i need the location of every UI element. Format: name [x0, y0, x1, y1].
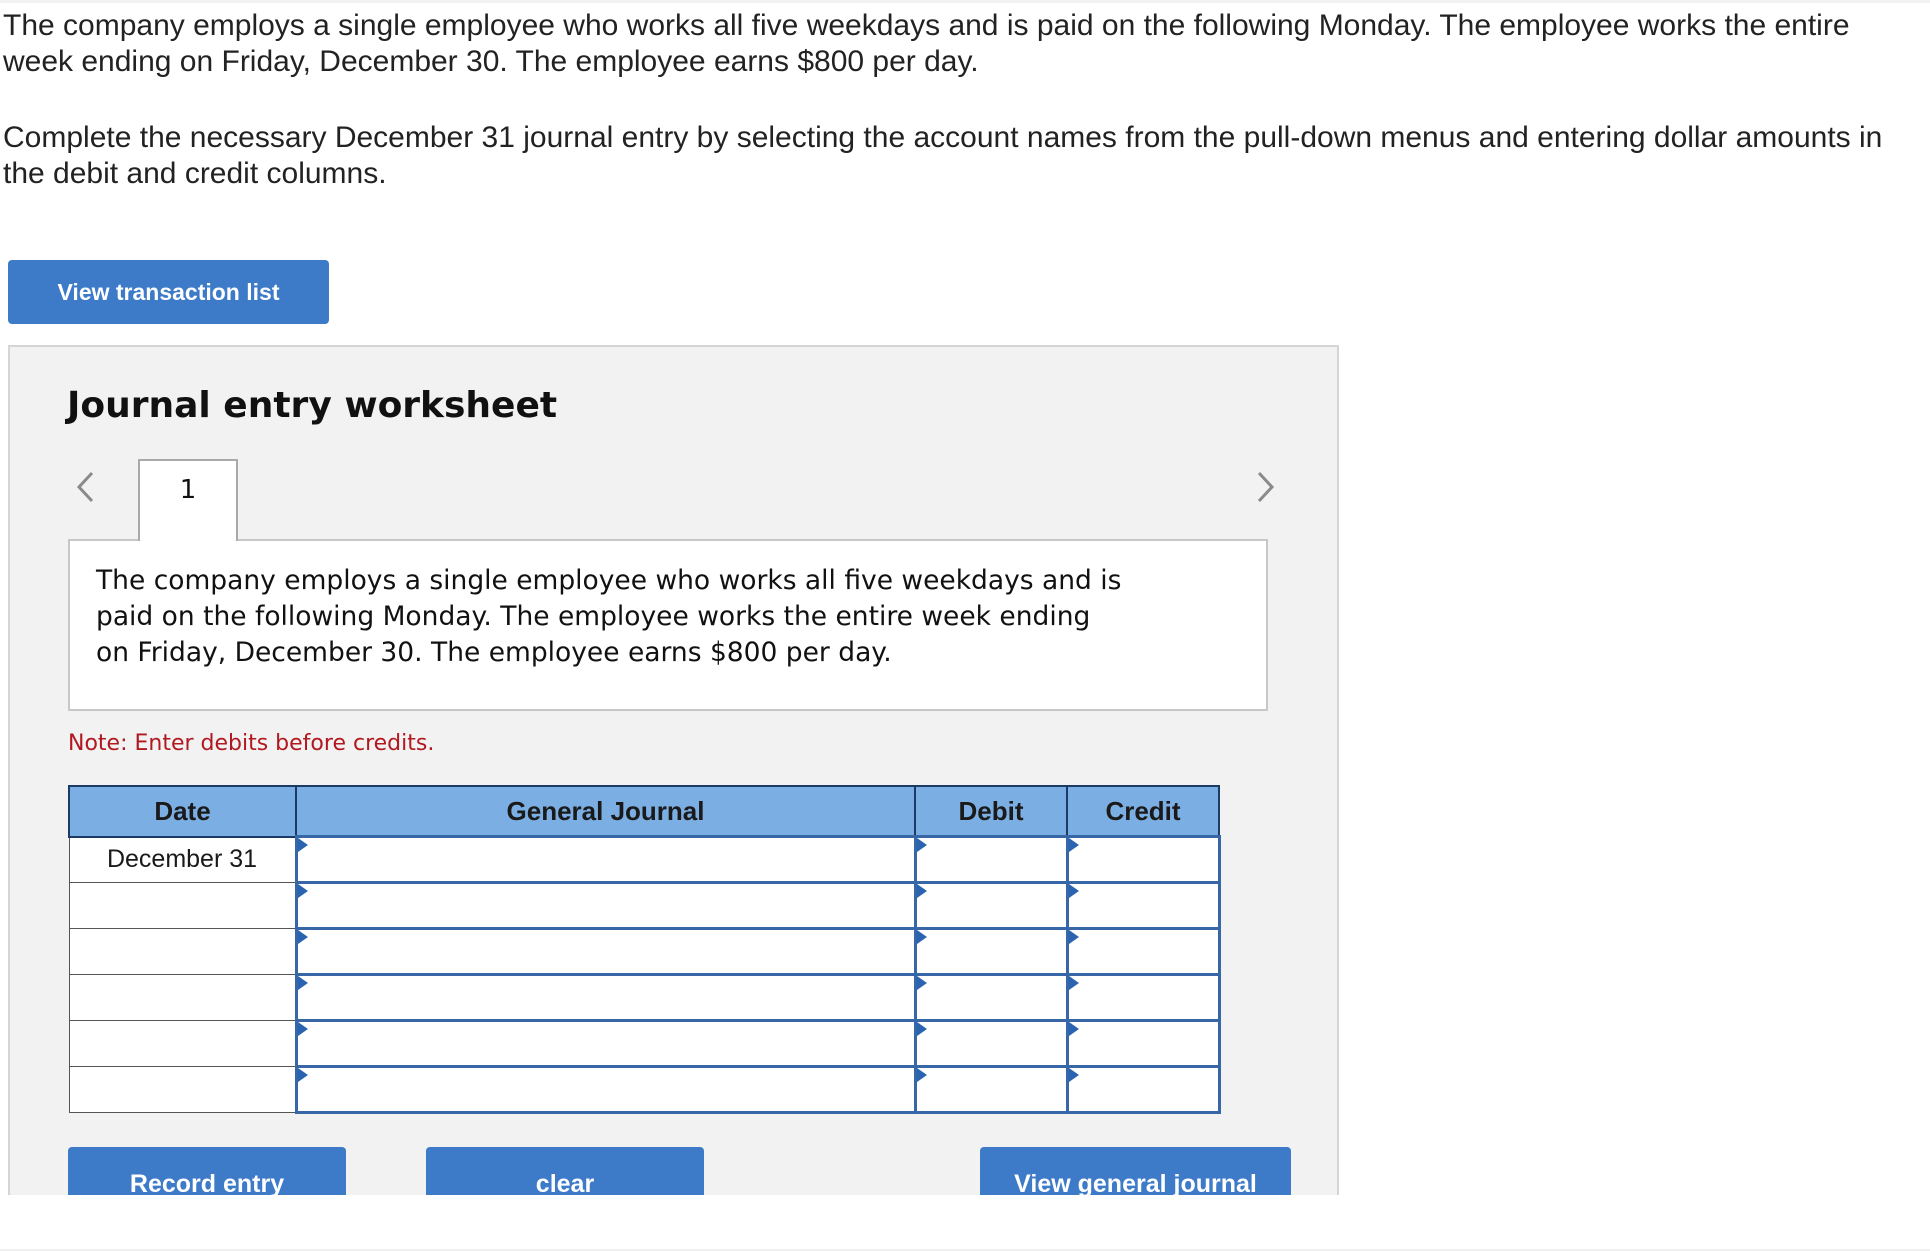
note-text: Note: Enter debits before credits. — [68, 731, 435, 756]
table-row — [68, 973, 1221, 1022]
view-general-journal-button[interactable]: View general journal — [980, 1147, 1291, 1195]
credit-cell[interactable] — [1065, 881, 1221, 930]
date-cell — [68, 882, 297, 929]
debit-input[interactable] — [916, 1068, 1066, 1111]
top-divider — [0, 0, 1930, 3]
debit-cell[interactable] — [913, 927, 1069, 976]
date-cell: December 31 — [68, 836, 297, 883]
journal-entry-worksheet: Journal entry worksheet 1 The company em… — [8, 345, 1339, 1195]
worksheet-title: Journal entry worksheet — [67, 385, 558, 426]
instructions-text: Complete the necessary December 31 journ… — [3, 121, 1883, 190]
account-select[interactable] — [297, 976, 914, 1019]
date-cell — [68, 974, 297, 1021]
credit-cell[interactable] — [1065, 973, 1221, 1022]
credit-input[interactable] — [1068, 930, 1218, 973]
debit-cell[interactable] — [913, 1065, 1069, 1114]
credit-column-header: Credit — [1066, 785, 1220, 838]
account-select[interactable] — [297, 1068, 914, 1111]
account-dropdown-cell[interactable] — [294, 835, 917, 884]
scenario-text: The company employs a single employee wh… — [96, 565, 1122, 668]
credit-cell[interactable] — [1065, 1065, 1221, 1114]
chevron-right-icon[interactable] — [1249, 467, 1283, 507]
tab-entry-1[interactable]: 1 — [138, 459, 238, 541]
debit-cell[interactable] — [913, 1019, 1069, 1068]
date-cell — [68, 1066, 297, 1113]
credit-cell[interactable] — [1065, 927, 1221, 976]
debit-input[interactable] — [916, 884, 1066, 927]
credit-input[interactable] — [1068, 884, 1218, 927]
date-column-header: Date — [68, 785, 297, 838]
debit-input[interactable] — [916, 1022, 1066, 1065]
account-select[interactable] — [297, 884, 914, 927]
table-row — [68, 1019, 1221, 1068]
credit-cell[interactable] — [1065, 1019, 1221, 1068]
debit-cell[interactable] — [913, 973, 1069, 1022]
debit-cell[interactable] — [913, 835, 1069, 884]
credit-input[interactable] — [1068, 1068, 1218, 1111]
account-select[interactable] — [297, 838, 914, 881]
account-dropdown-cell[interactable] — [294, 973, 917, 1022]
record-entry-button[interactable]: Record entry — [68, 1147, 346, 1195]
credit-input[interactable] — [1068, 1022, 1218, 1065]
account-dropdown-cell[interactable] — [294, 927, 917, 976]
date-cell — [68, 1020, 297, 1067]
credit-cell[interactable] — [1065, 835, 1221, 884]
account-select[interactable] — [297, 930, 914, 973]
table-row: December 31 — [68, 835, 1221, 884]
view-transaction-list-button[interactable]: View transaction list — [8, 260, 329, 324]
table-row — [68, 1065, 1221, 1114]
table-header-row: Date General Journal Debit Credit — [68, 785, 1220, 838]
debit-input[interactable] — [916, 930, 1066, 973]
clear-button[interactable]: clear — [426, 1147, 704, 1195]
table-row — [68, 927, 1221, 976]
account-dropdown-cell[interactable] — [294, 1019, 917, 1068]
debit-input[interactable] — [916, 838, 1066, 881]
scenario-panel: The company employs a single employee wh… — [68, 539, 1268, 711]
chevron-left-icon[interactable] — [70, 467, 104, 507]
general-journal-column-header: General Journal — [295, 785, 916, 838]
account-dropdown-cell[interactable] — [294, 881, 917, 930]
account-select[interactable] — [297, 1022, 914, 1065]
account-dropdown-cell[interactable] — [294, 1065, 917, 1114]
debit-column-header: Debit — [914, 785, 1068, 838]
credit-input[interactable] — [1068, 976, 1218, 1019]
problem-intro-text: The company employs a single employee wh… — [3, 9, 1850, 78]
date-cell — [68, 928, 297, 975]
debit-input[interactable] — [916, 976, 1066, 1019]
debit-cell[interactable] — [913, 881, 1069, 930]
credit-input[interactable] — [1068, 838, 1218, 881]
journal-table: Date General Journal Debit Credit Decemb… — [68, 785, 1221, 1114]
table-row — [68, 881, 1221, 930]
